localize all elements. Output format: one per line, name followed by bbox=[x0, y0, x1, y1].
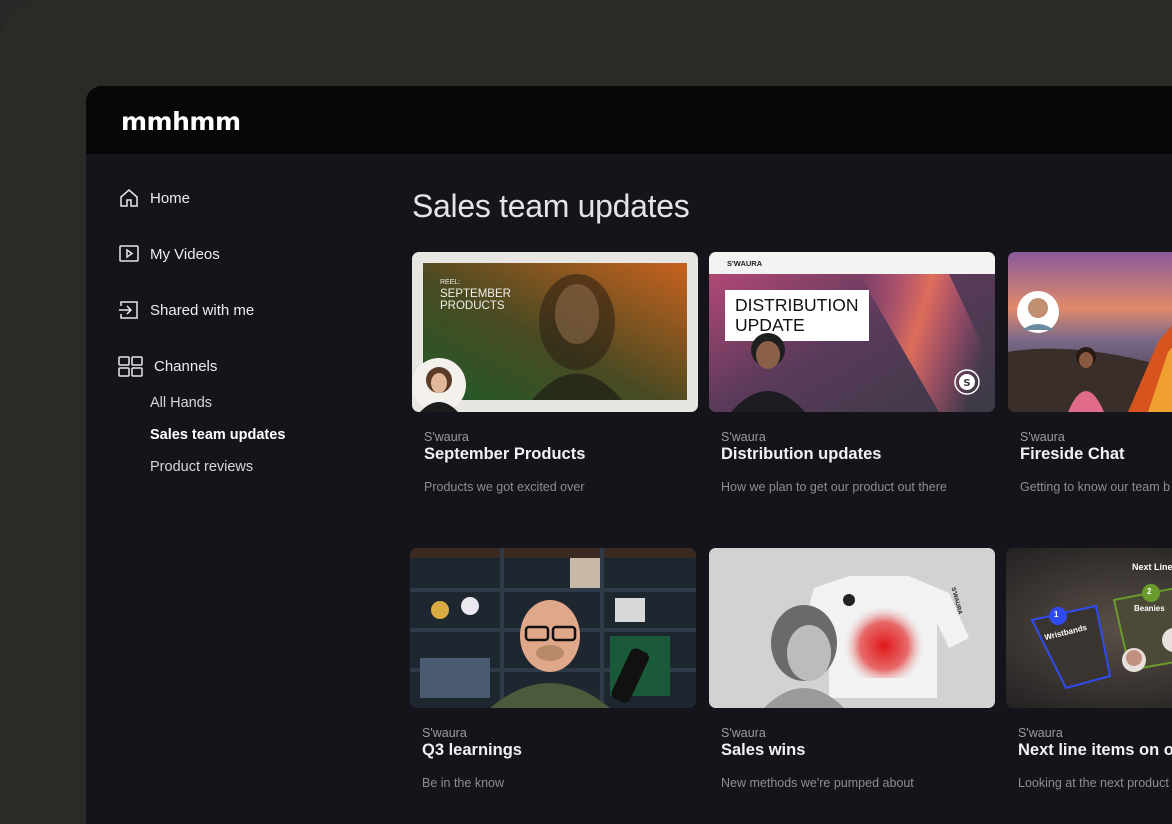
sidebar-item-label: Channels bbox=[154, 357, 218, 375]
video-card[interactable]: S'waura Fireside Chat Getting to know ou… bbox=[1008, 252, 1172, 494]
video-thumbnail[interactable]: REEL: SEPTEMBER PRODUCTS bbox=[412, 252, 698, 412]
share-in-icon bbox=[118, 299, 140, 321]
card-title[interactable]: Q3 learnings bbox=[422, 741, 522, 760]
card-title[interactable]: Fireside Chat bbox=[1020, 445, 1125, 464]
card-title[interactable]: Sales wins bbox=[721, 741, 805, 760]
video-card[interactable]: S S'WAURA DISTRIBUTION UPDATE S'waura Di… bbox=[709, 252, 995, 494]
card-author: S'waura bbox=[424, 430, 469, 444]
card-description: Getting to know our team b bbox=[1020, 480, 1171, 494]
card-author: S'waura bbox=[1020, 430, 1065, 444]
thumb-text: PRODUCTS bbox=[440, 300, 505, 312]
sidebar-item-label: Shared with me bbox=[150, 301, 255, 319]
thumb-brand: S'WAURA bbox=[727, 259, 763, 268]
svg-text:S: S bbox=[963, 378, 970, 389]
sidebar-item-my-videos[interactable]: My Videos bbox=[118, 242, 220, 266]
video-icon bbox=[118, 243, 140, 265]
card-description: Be in the know bbox=[422, 776, 504, 790]
device-frame: mmhmm Home My Videos Shared with me Chan… bbox=[0, 0, 1172, 824]
video-thumbnail[interactable]: S'WAURA bbox=[709, 548, 995, 708]
card-title[interactable]: September Products bbox=[424, 445, 585, 464]
card-author: S'waura bbox=[721, 430, 766, 444]
video-card[interactable]: S'WAURA S'waura Sales wins New methods w… bbox=[709, 548, 995, 790]
sidebar-item-shared[interactable]: Shared with me bbox=[118, 298, 254, 322]
card-description: How we plan to get our product out there bbox=[721, 480, 947, 494]
card-description: Products we got excited over bbox=[424, 480, 585, 494]
card-description: Looking at the next product bbox=[1018, 776, 1169, 790]
thumb-text: Next Line bbox=[1132, 562, 1172, 572]
thumb-text: SEPTEMBER bbox=[440, 288, 511, 300]
card-title[interactable]: Next line items on o bbox=[1018, 741, 1172, 760]
page-title: Sales team updates bbox=[412, 188, 690, 224]
app-window: mmhmm Home My Videos Shared with me Chan… bbox=[86, 86, 1172, 824]
top-bar: mmhmm bbox=[86, 86, 1172, 154]
video-card[interactable]: 1 2 Next Line Wristbands Beanies S'waura… bbox=[1006, 548, 1172, 790]
channels-icon bbox=[118, 355, 144, 377]
video-thumbnail[interactable]: S S'WAURA DISTRIBUTION UPDATE bbox=[709, 252, 995, 412]
card-author: S'waura bbox=[721, 726, 766, 740]
sidebar-item-label: My Videos bbox=[150, 245, 220, 263]
home-icon bbox=[118, 187, 140, 209]
sidebar-subitem-product-reviews[interactable]: Product reviews bbox=[150, 459, 253, 475]
video-thumbnail[interactable] bbox=[1008, 252, 1172, 412]
thumb-text: UPDATE bbox=[735, 315, 805, 335]
thumb-badge-number: 1 bbox=[1054, 610, 1059, 619]
card-description: New methods we're pumped about bbox=[721, 776, 914, 790]
video-thumbnail[interactable]: 1 2 Next Line Wristbands Beanies bbox=[1006, 548, 1172, 708]
thumb-text: Beanies bbox=[1134, 604, 1165, 613]
card-author: S'waura bbox=[422, 726, 467, 740]
sidebar-item-channels[interactable]: Channels bbox=[118, 354, 217, 378]
thumb-text: DISTRIBUTION bbox=[735, 295, 859, 315]
thumb-text: REEL: bbox=[440, 279, 461, 286]
sidebar-subitem-sales-team-updates[interactable]: Sales team updates bbox=[150, 427, 285, 443]
card-author: S'waura bbox=[1018, 726, 1063, 740]
sidebar-item-home[interactable]: Home bbox=[118, 186, 190, 210]
sidebar-item-label: Home bbox=[150, 189, 191, 207]
video-card[interactable]: REEL: SEPTEMBER PRODUCTS S'waura Septemb… bbox=[412, 252, 698, 494]
thumb-badge-number: 2 bbox=[1147, 587, 1152, 596]
sidebar-subitem-all-hands[interactable]: All Hands bbox=[150, 395, 212, 411]
video-card[interactable]: S'waura Q3 learnings Be in the know bbox=[410, 548, 696, 790]
card-title[interactable]: Distribution updates bbox=[721, 445, 881, 464]
video-thumbnail[interactable] bbox=[410, 548, 696, 708]
app-logo[interactable]: mmhmm bbox=[121, 107, 241, 136]
